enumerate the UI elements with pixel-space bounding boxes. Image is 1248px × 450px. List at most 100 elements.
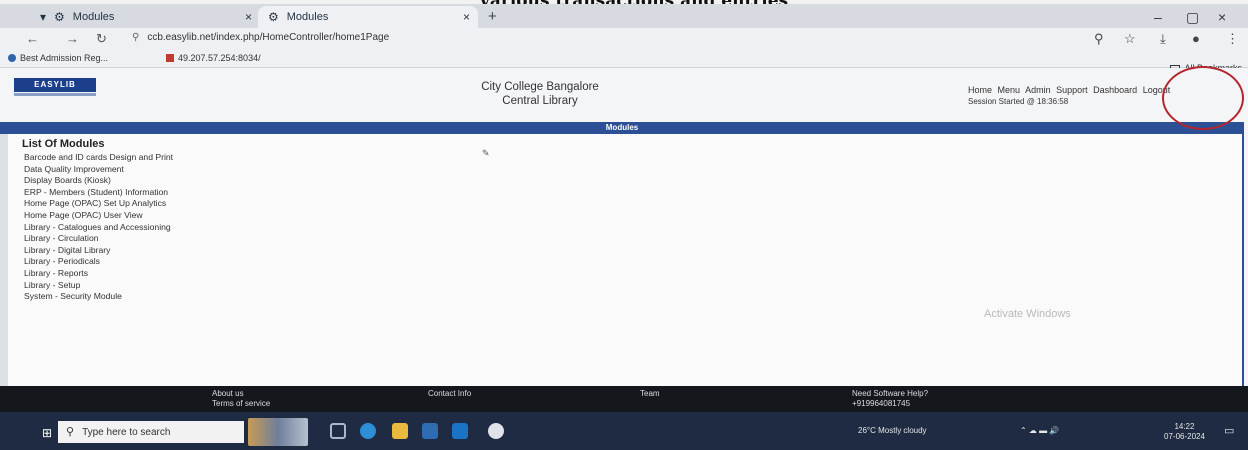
profile-icon[interactable]: ● [1192, 31, 1200, 46]
maximize-button[interactable]: ▢ [1186, 9, 1199, 26]
nav-home[interactable]: Home [968, 85, 992, 95]
site-favicon-icon: ⚙ [268, 10, 279, 24]
taskbar-clock[interactable]: 14:22 07-06-2024 [1164, 422, 1205, 442]
about-link[interactable]: About us [212, 389, 270, 399]
browser-tab-bar: ▾ ⚙ Modules × ⚙ Modules × + – ▢ × [0, 4, 1248, 28]
tab-modules-1[interactable]: ▾ ⚙ Modules × [30, 6, 260, 28]
left-gutter [0, 122, 8, 386]
module-item[interactable]: Library - Catalogues and Accessioning [24, 222, 173, 234]
edge-icon[interactable] [360, 423, 376, 439]
session-info: Session Started @ 18:36:58 [968, 97, 1069, 106]
module-link[interactable]: Home Page (OPAC) Set Up Analytics [24, 198, 166, 208]
module-link[interactable]: ERP - Members (Student) Information [24, 187, 168, 197]
college-title: City College Bangalore Central Library [455, 80, 625, 108]
nav-admin[interactable]: Admin [1025, 85, 1051, 95]
module-link[interactable]: Library - Reports [24, 268, 88, 278]
nav-menu[interactable]: Menu [998, 85, 1021, 95]
url-field[interactable]: ⚲ ccb.easylib.net/index.php/HomeControlle… [132, 32, 389, 43]
zoom-icon[interactable]: ⚲ [1094, 31, 1104, 47]
chevron-down-icon[interactable]: ▾ [40, 10, 46, 24]
annotation-circle [1162, 66, 1244, 130]
site-footer: About us Terms of service Contact Info T… [0, 386, 1248, 412]
module-link[interactable]: Library - Catalogues and Accessioning [24, 222, 171, 232]
module-link[interactable]: Home Page (OPAC) User View [24, 210, 143, 220]
forward-icon[interactable]: → [66, 31, 79, 46]
chrome-icon[interactable] [488, 423, 504, 439]
nav-support[interactable]: Support [1056, 85, 1088, 95]
download-icon[interactable]: ⤓ [1160, 31, 1166, 47]
module-item[interactable]: Library - Periodicals [24, 256, 173, 268]
weather-widget[interactable]: 26°C Mostly cloudy [858, 426, 927, 435]
bookmark-icon [166, 54, 174, 62]
module-link[interactable]: Library - Digital Library [24, 245, 110, 255]
system-tray-icons[interactable]: ⌃ ☁ ▬ 🔊 [1020, 426, 1059, 435]
module-item[interactable]: ERP - Members (Student) Information [24, 187, 173, 199]
bookmark-label: Best Admission Reg... [20, 53, 109, 63]
module-item[interactable]: Home Page (OPAC) User View [24, 210, 173, 222]
module-item[interactable]: Home Page (OPAC) Set Up Analytics [24, 198, 173, 210]
bookmarks-bar: Best Admission Reg... 49.207.57.254:8034… [0, 50, 1248, 68]
bookmark-label: 49.207.57.254:8034/ [178, 53, 261, 63]
module-link[interactable]: Barcode and ID cards Design and Print [24, 152, 173, 162]
modules-title-bar: Modules [0, 122, 1244, 134]
module-link[interactable]: Display Boards (Kiosk) [24, 175, 111, 185]
close-window-button[interactable]: × [1218, 9, 1226, 25]
url-text: ccb.easylib.net/index.php/HomeController… [147, 32, 390, 43]
bookmark-icon [8, 54, 16, 62]
clock-date: 07-06-2024 [1164, 432, 1205, 441]
module-link[interactable]: Data Quality Improvement [24, 164, 124, 174]
store-icon[interactable] [422, 423, 438, 439]
module-item[interactable]: Barcode and ID cards Design and Print [24, 152, 173, 164]
modules-list: Barcode and ID cards Design and Print Da… [24, 152, 173, 303]
task-view-icon[interactable] [330, 423, 346, 439]
tab-label: Modules [286, 11, 329, 23]
close-tab-icon[interactable]: × [245, 10, 252, 24]
module-item[interactable]: Display Boards (Kiosk) [24, 175, 173, 187]
module-link[interactable]: Library - Circulation [24, 233, 99, 243]
module-item[interactable]: Library - Digital Library [24, 245, 173, 257]
menu-icon[interactable]: ⋮ [1226, 31, 1239, 47]
footer-about: About us Terms of service [212, 389, 270, 409]
terms-link[interactable]: Terms of service [212, 399, 270, 409]
tab-modules-2[interactable]: ⚙ Modules × [258, 6, 478, 28]
activate-windows-watermark: Activate Windows [984, 308, 1071, 320]
clock-time: 14:22 [1174, 422, 1195, 431]
module-link[interactable]: Library - Periodicals [24, 256, 100, 266]
module-item[interactable]: Library - Circulation [24, 233, 173, 245]
file-explorer-icon[interactable] [392, 423, 408, 439]
close-tab-icon[interactable]: × [463, 10, 470, 24]
bookmark-item[interactable]: Best Admission Reg... [8, 53, 108, 63]
mail-icon[interactable] [452, 423, 468, 439]
module-item[interactable]: Library - Setup [24, 280, 173, 292]
windows-start-icon[interactable]: ⊞ [42, 426, 52, 440]
nav-dashboard[interactable]: Dashboard [1093, 85, 1137, 95]
back-icon[interactable]: ← [26, 31, 39, 46]
site-favicon-icon: ⚙ [54, 10, 65, 24]
address-bar: ← → ↻ ⚲ ccb.easylib.net/index.php/HomeCon… [0, 28, 1248, 50]
modules-heading: List Of Modules [22, 138, 105, 150]
search-icon: ⚲ [66, 426, 75, 438]
footer-contact[interactable]: Contact Info [428, 389, 471, 399]
edit-icon[interactable]: ✎ [482, 148, 490, 159]
college-name: City College Bangalore [481, 81, 599, 93]
star-icon[interactable]: ☆ [1124, 31, 1136, 47]
help-label: Need Software Help? [852, 389, 929, 398]
site-info-icon[interactable]: ⚲ [132, 32, 139, 43]
bookmark-item[interactable]: 49.207.57.254:8034/ [166, 53, 261, 63]
module-link[interactable]: System - Security Module [24, 291, 122, 301]
easylib-logo[interactable]: EASYLIB [14, 78, 96, 92]
module-item[interactable]: Library - Reports [24, 268, 173, 280]
module-item[interactable]: System - Security Module [24, 291, 173, 303]
notifications-icon[interactable]: ▭ [1224, 424, 1234, 437]
logo-underline [14, 93, 96, 96]
search-highlight-image [248, 418, 308, 446]
library-name: Central Library [502, 95, 578, 107]
reload-icon[interactable]: ↻ [96, 31, 107, 47]
module-link[interactable]: Library - Setup [24, 280, 80, 290]
modules-panel: List Of Modules Barcode and ID cards Des… [8, 134, 1244, 386]
footer-team[interactable]: Team [640, 389, 660, 399]
module-item[interactable]: Data Quality Improvement [24, 164, 173, 176]
minimize-button[interactable]: – [1154, 9, 1162, 25]
new-tab-button[interactable]: + [488, 8, 497, 25]
taskbar-search[interactable]: ⚲ Type here to search [58, 421, 244, 443]
